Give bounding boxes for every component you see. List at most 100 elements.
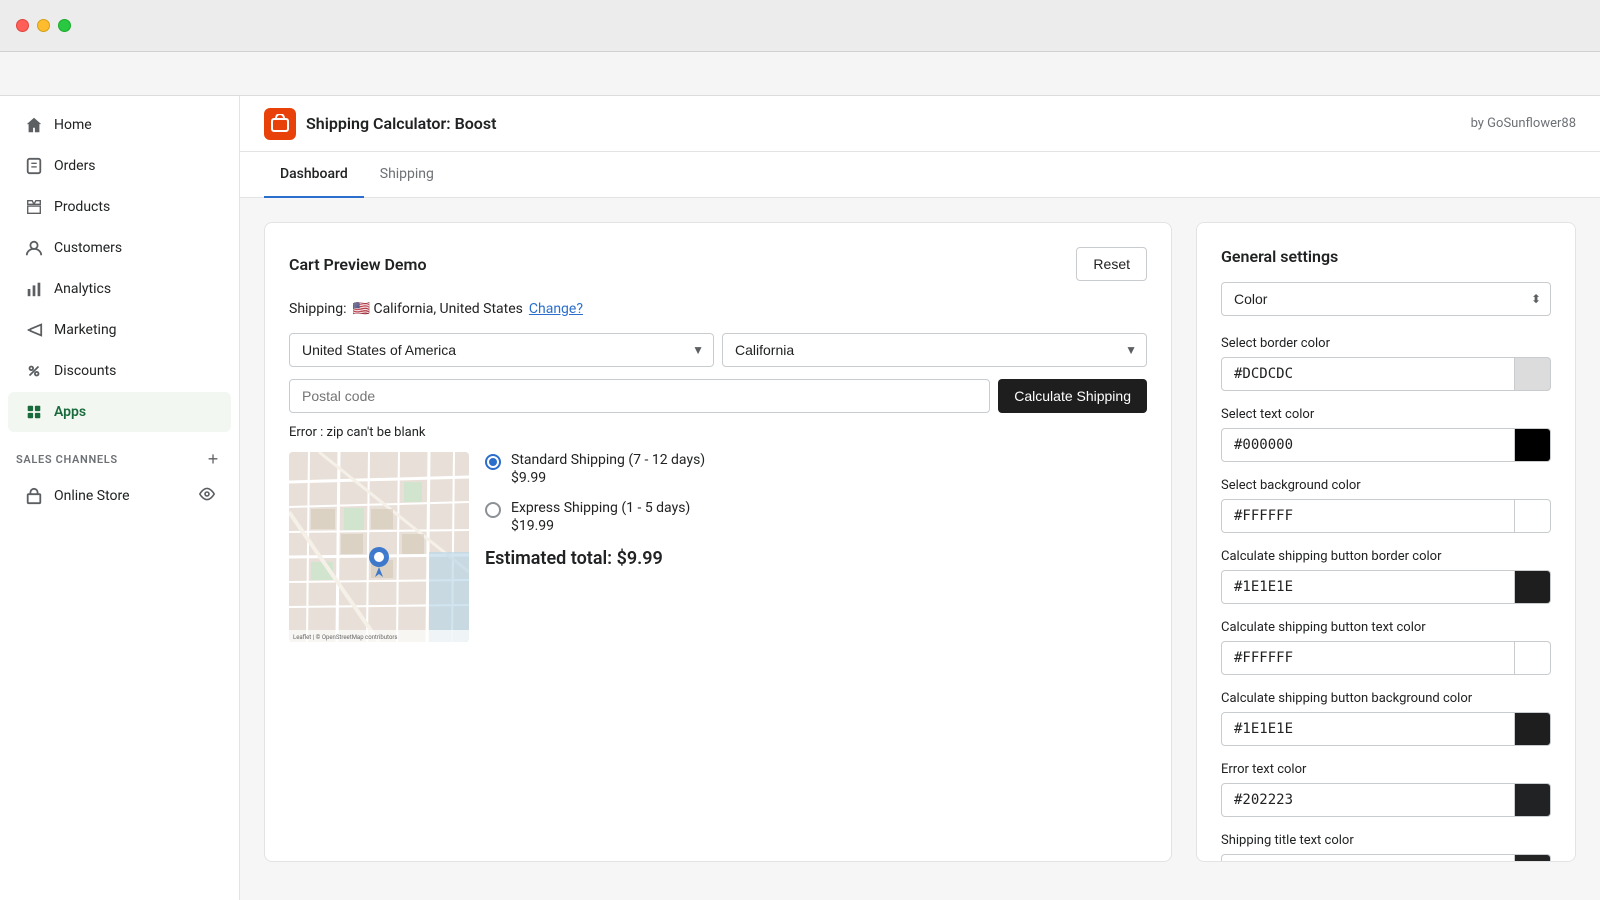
discounts-icon	[24, 361, 44, 381]
color-input-error-color[interactable]	[1221, 783, 1515, 817]
sidebar-item-home-label: Home	[54, 117, 92, 133]
sidebar-item-online-store[interactable]: Online Store	[8, 476, 231, 516]
sales-channels-title: SALES CHANNELS	[16, 453, 118, 466]
sidebar-item-apps-label: Apps	[54, 404, 86, 420]
shipping-info: Shipping: 🇺🇸 California, United States C…	[289, 301, 1147, 317]
sidebar-item-online-store-label: Online Store	[54, 488, 130, 504]
estimated-total: Estimated total: $9.99	[485, 548, 1147, 569]
sales-channels-section: SALES CHANNELS +	[0, 433, 239, 475]
app-author: by GoSunflower88	[1471, 116, 1576, 131]
map-container: Leaflet | © OpenStreetMap contributors	[289, 452, 469, 642]
color-input-border-color[interactable]	[1221, 357, 1515, 391]
color-swatch-error-color[interactable]	[1515, 783, 1551, 817]
orders-icon	[24, 156, 44, 176]
express-shipping-name: Express Shipping (1 - 5 days)	[511, 500, 690, 516]
browser-bar	[0, 52, 1600, 96]
color-swatch-shipping-title-color[interactable]	[1515, 854, 1551, 862]
settings-title: General settings	[1221, 247, 1551, 266]
minimize-button[interactable]	[37, 19, 50, 32]
sidebar-item-marketing[interactable]: Marketing	[8, 310, 231, 350]
state-select[interactable]: California	[722, 333, 1147, 367]
color-type-select-wrapper: Color ⬍	[1221, 282, 1551, 316]
settings-field-btn-text-color: Calculate shipping button text color	[1221, 620, 1551, 675]
close-button[interactable]	[16, 19, 29, 32]
color-swatch-text-color[interactable]	[1515, 428, 1551, 462]
sidebar-item-discounts[interactable]: Discounts	[8, 351, 231, 391]
sidebar-item-products-label: Products	[54, 199, 110, 215]
cart-preview-title: Cart Preview Demo	[289, 255, 427, 274]
calculate-shipping-button[interactable]: Calculate Shipping	[998, 379, 1147, 413]
shipping-option-express[interactable]: Express Shipping (1 - 5 days) $19.99	[485, 500, 1147, 534]
change-location-link[interactable]: Change?	[529, 301, 583, 317]
app-header: Shipping Calculator: Boost by GoSunflowe…	[240, 96, 1600, 152]
settings-field-label-btn-bg-color: Calculate shipping button background col…	[1221, 691, 1551, 706]
sidebar-item-analytics[interactable]: Analytics	[8, 269, 231, 309]
analytics-icon	[24, 279, 44, 299]
app-title: Shipping Calculator: Boost	[306, 114, 496, 133]
tab-shipping[interactable]: Shipping	[364, 152, 450, 198]
standard-shipping-name: Standard Shipping (7 - 12 days)	[511, 452, 705, 468]
settings-field-label-btn-text-color: Calculate shipping button text color	[1221, 620, 1551, 635]
settings-field-label-btn-border-color: Calculate shipping button border color	[1221, 549, 1551, 564]
products-icon	[24, 197, 44, 217]
app-logo	[264, 108, 296, 140]
standard-shipping-price: $9.99	[511, 470, 705, 486]
settings-field-bg-color: Select background color	[1221, 478, 1551, 533]
customers-icon	[24, 238, 44, 258]
color-swatch-bg-color[interactable]	[1515, 499, 1551, 533]
country-select[interactable]: United States of America	[289, 333, 714, 367]
sidebar-item-customers[interactable]: Customers	[8, 228, 231, 268]
shipping-location: 🇺🇸 California, United States	[353, 301, 523, 317]
color-input-btn-text-color[interactable]	[1221, 641, 1515, 675]
color-swatch-btn-text-color[interactable]	[1515, 641, 1551, 675]
maximize-button[interactable]	[58, 19, 71, 32]
settings-field-error-color: Error text color	[1221, 762, 1551, 817]
settings-field-label-error-color: Error text color	[1221, 762, 1551, 777]
color-swatch-btn-border-color[interactable]	[1515, 570, 1551, 604]
standard-radio[interactable]	[485, 454, 501, 470]
color-input-shipping-title-color[interactable]	[1221, 854, 1515, 862]
sidebar-item-products[interactable]: Products	[8, 187, 231, 227]
sidebar-item-analytics-label: Analytics	[54, 281, 111, 297]
marketing-icon	[24, 320, 44, 340]
settings-field-label-bg-color: Select background color	[1221, 478, 1551, 493]
settings-field-btn-bg-color: Calculate shipping button background col…	[1221, 691, 1551, 746]
home-icon	[24, 115, 44, 135]
tab-dashboard[interactable]: Dashboard	[264, 152, 364, 198]
sidebar-item-apps[interactable]: Apps	[8, 392, 231, 432]
color-input-btn-border-color[interactable]	[1221, 570, 1515, 604]
error-text: Error : zip can't be blank	[289, 425, 1147, 440]
online-store-icon	[24, 486, 44, 506]
color-input-text-color[interactable]	[1221, 428, 1515, 462]
cart-preview-panel: Cart Preview Demo Reset Shipping: 🇺🇸 Cal…	[264, 222, 1172, 862]
settings-field-btn-border-color: Calculate shipping button border color	[1221, 549, 1551, 604]
color-type-select[interactable]: Color	[1221, 282, 1551, 316]
settings-field-label-shipping-title-color: Shipping title text color	[1221, 833, 1551, 848]
settings-field-label-text-color: Select text color	[1221, 407, 1551, 422]
express-radio[interactable]	[485, 502, 501, 518]
postal-code-input[interactable]	[289, 379, 990, 413]
color-swatch-border-color[interactable]	[1515, 357, 1551, 391]
settings-field-label-border-color: Select border color	[1221, 336, 1551, 351]
settings-field-text-color: Select text color	[1221, 407, 1551, 462]
settings-field-border-color: Select border color	[1221, 336, 1551, 391]
sidebar-item-marketing-label: Marketing	[54, 322, 117, 338]
content-area: Cart Preview Demo Reset Shipping: 🇺🇸 Cal…	[240, 198, 1600, 886]
sidebar-item-orders-label: Orders	[54, 158, 96, 174]
add-sales-channel-button[interactable]: +	[203, 449, 223, 469]
sidebar-item-home[interactable]: Home	[8, 105, 231, 145]
sidebar-item-orders[interactable]: Orders	[8, 146, 231, 186]
tabs: Dashboard Shipping	[240, 152, 1600, 198]
color-input-bg-color[interactable]	[1221, 499, 1515, 533]
sidebar-item-customers-label: Customers	[54, 240, 122, 256]
express-shipping-price: $19.99	[511, 518, 690, 534]
country-select-wrapper: United States of America ▼	[289, 333, 714, 367]
shipping-option-standard[interactable]: Standard Shipping (7 - 12 days) $9.99	[485, 452, 1147, 486]
color-swatch-btn-bg-color[interactable]	[1515, 712, 1551, 746]
svg-text:Leaflet | © OpenStreetMap cont: Leaflet | © OpenStreetMap contributors	[293, 634, 398, 641]
title-bar	[0, 0, 1600, 52]
eye-icon	[199, 486, 215, 506]
shipping-label: Shipping:	[289, 301, 347, 317]
color-input-btn-bg-color[interactable]	[1221, 712, 1515, 746]
reset-button[interactable]: Reset	[1076, 247, 1147, 281]
